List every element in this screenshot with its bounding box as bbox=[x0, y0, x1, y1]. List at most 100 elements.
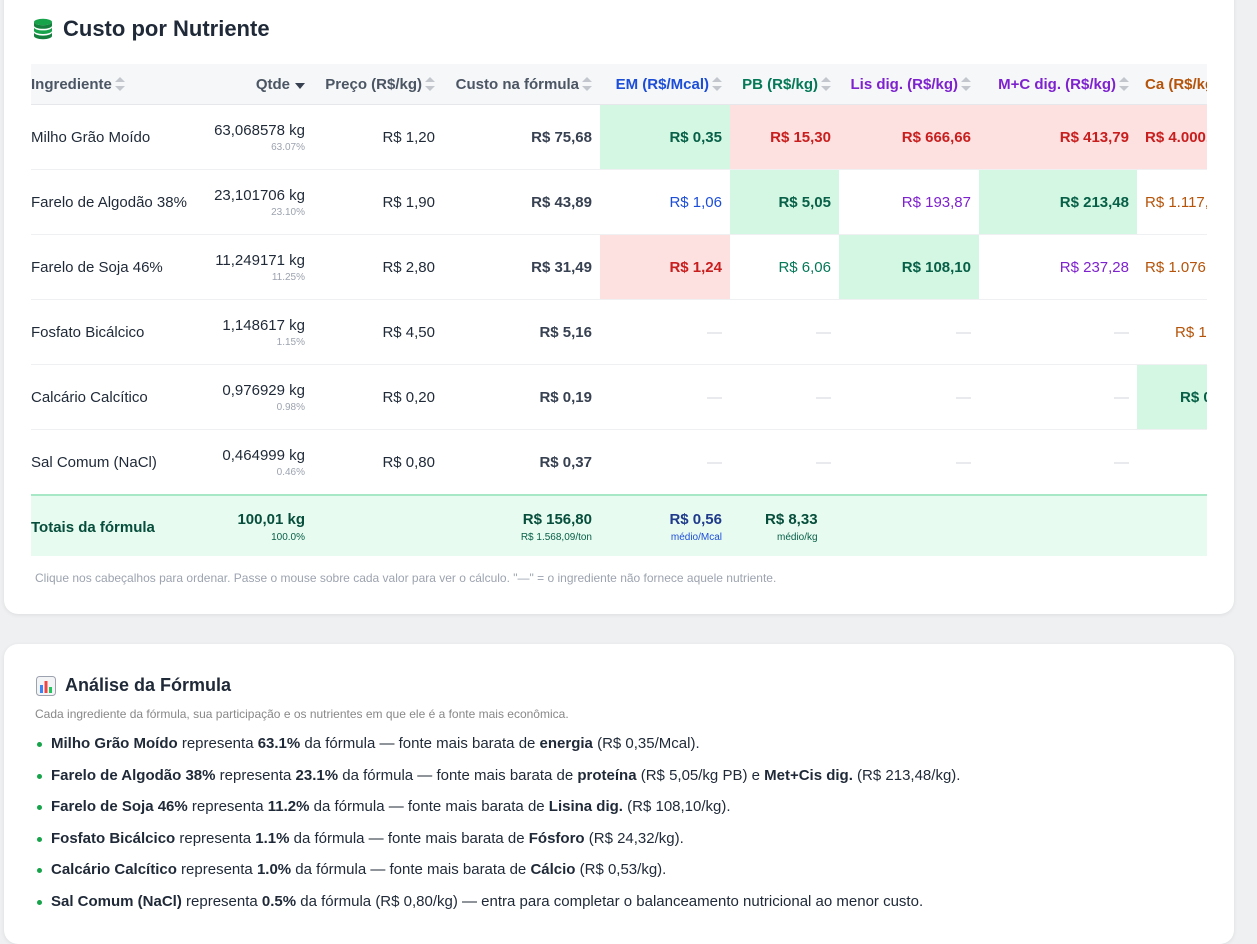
quantity-percent: 23.10% bbox=[271, 206, 305, 218]
bullet-icon bbox=[37, 836, 42, 842]
quantity-percent: 0.98% bbox=[276, 401, 305, 413]
sort-icon bbox=[114, 76, 125, 91]
lis-cost-cell[interactable]: R$ 193,87 bbox=[839, 169, 979, 235]
nutrient-cost-card: Custo por Nutriente Ingrediente Qtde Pre… bbox=[4, 0, 1234, 614]
table-row: Fosfato Bicálcico 1,148617 kg 1.15% R$ 4,… bbox=[31, 299, 1207, 365]
totals-empty-cell bbox=[839, 494, 979, 556]
col-header-ingrediente[interactable]: Ingrediente bbox=[31, 64, 204, 105]
price-cell: R$ 0,20 bbox=[313, 364, 443, 430]
col-header-custo[interactable]: Custo na fórmula bbox=[443, 64, 600, 105]
totals-row: Totais da fórmula 100,01 kg 100.0% R$ 156… bbox=[31, 494, 1207, 556]
quantity-percent: 63.07% bbox=[271, 141, 305, 153]
analysis-list: Milho Grão Moído representa 63.1% da fór… bbox=[35, 734, 960, 924]
lis-cost-cell: — bbox=[839, 364, 979, 430]
totals-pb-sub: médio/kg bbox=[777, 532, 818, 543]
em-cost-cell: — bbox=[600, 429, 730, 496]
table-row: Sal Comum (NaCl) 0,464999 kg 0.46% R$ 0,8… bbox=[31, 429, 1207, 496]
cost-cell: R$ 31,49 bbox=[443, 234, 600, 300]
pb-cost-cell[interactable]: R$ 6,06 bbox=[730, 234, 839, 300]
mc-cost-cell[interactable]: R$ 237,28 bbox=[979, 234, 1137, 300]
analysis-subtitle: Cada ingrediente da fórmula, sua partici… bbox=[35, 707, 569, 721]
pb-cost-cell: — bbox=[730, 429, 839, 496]
sort-icon bbox=[712, 76, 722, 91]
bullet-icon bbox=[37, 773, 42, 779]
quantity-cell: 1,148617 kg 1.15% bbox=[204, 299, 313, 365]
col-header-pb[interactable]: PB (R$/kg) bbox=[730, 64, 839, 105]
analysis-header: Análise da Fórmula bbox=[36, 675, 231, 696]
lis-cost-cell[interactable]: R$ 666,66 bbox=[839, 104, 979, 170]
quantity-value: 0,464999 kg bbox=[222, 446, 305, 464]
mc-cost-cell: — bbox=[979, 364, 1137, 430]
col-header-ca[interactable]: Ca (R$/kg) bbox=[1137, 64, 1207, 105]
analysis-item: Fosfato Bicálcico representa 1.1% da fór… bbox=[35, 829, 960, 861]
nutrient-cost-table-container[interactable]: Ingrediente Qtde Preço (R$/kg) Custo na … bbox=[31, 64, 1207, 556]
pb-cost-cell[interactable]: R$ 15,30 bbox=[730, 104, 839, 170]
quantity-cell: 23,101706 kg 23.10% bbox=[204, 169, 313, 235]
pb-cost-cell: — bbox=[730, 299, 839, 365]
bar-chart-icon bbox=[36, 675, 56, 696]
sort-icon bbox=[821, 76, 831, 91]
lis-cost-cell[interactable]: R$ 108,10 bbox=[839, 234, 979, 300]
lis-cost-cell: — bbox=[839, 429, 979, 496]
bullet-icon bbox=[37, 868, 42, 874]
cost-cell: R$ 5,16 bbox=[443, 299, 600, 365]
ca-cost-cell[interactable]: R$ 1.076,92 bbox=[1137, 234, 1207, 300]
coins-stack-icon bbox=[34, 18, 52, 40]
ca-cost-cell[interactable]: R$ 1.117,65 bbox=[1137, 169, 1207, 235]
quantity-cell: 0,464999 kg 0.46% bbox=[204, 429, 313, 496]
totals-label: Totais da fórmula bbox=[31, 494, 204, 556]
pb-cost-cell[interactable]: R$ 5,05 bbox=[730, 169, 839, 235]
nutrient-cost-table: Ingrediente Qtde Preço (R$/kg) Custo na … bbox=[31, 64, 1207, 556]
mc-cost-cell[interactable]: R$ 413,79 bbox=[979, 104, 1137, 170]
table-header-row: Ingrediente Qtde Preço (R$/kg) Custo na … bbox=[31, 64, 1207, 105]
analysis-item: Milho Grão Moído representa 63.1% da fór… bbox=[35, 734, 960, 766]
col-header-lis[interactable]: Lis dig. (R$/kg) bbox=[839, 64, 979, 105]
col-header-em[interactable]: EM (R$/Mcal) bbox=[600, 64, 730, 105]
totals-pb: R$ 8,33 bbox=[765, 511, 818, 528]
totals-pb-cell: R$ 8,33 médio/kg bbox=[730, 494, 839, 556]
ca-cost-cell[interactable]: R$ 4.000,00 bbox=[1137, 104, 1207, 170]
quantity-percent: 0.46% bbox=[276, 466, 305, 478]
nutrient-cost-title: Custo por Nutriente bbox=[63, 16, 270, 41]
ca-cost-cell[interactable]: R$ 0,53 bbox=[1137, 364, 1207, 430]
analysis-item: Farelo de Algodão 38% representa 23.1% d… bbox=[35, 766, 960, 798]
col-header-mc[interactable]: M+C dig. (R$/kg) bbox=[979, 64, 1137, 105]
bullet-icon bbox=[37, 899, 42, 905]
sort-icon bbox=[961, 76, 971, 91]
mc-cost-cell[interactable]: R$ 213,48 bbox=[979, 169, 1137, 235]
ingredient-name: Milho Grão Moído bbox=[31, 104, 204, 170]
sort-icon bbox=[582, 76, 592, 91]
col-header-qtde[interactable]: Qtde bbox=[204, 64, 313, 105]
em-cost-cell[interactable]: R$ 0,35 bbox=[600, 104, 730, 170]
nutrient-cost-header: Custo por Nutriente bbox=[31, 16, 270, 42]
sort-icon bbox=[425, 76, 435, 91]
cost-cell: R$ 0,37 bbox=[443, 429, 600, 496]
pb-cost-cell: — bbox=[730, 364, 839, 430]
cost-cell: R$ 0,19 bbox=[443, 364, 600, 430]
totals-cost: R$ 156,80 bbox=[522, 511, 592, 528]
sort-icon bbox=[1119, 76, 1129, 91]
analysis-title: Análise da Fórmula bbox=[65, 675, 232, 695]
ingredient-name: Sal Comum (NaCl) bbox=[31, 429, 204, 496]
totals-cost-sub: R$ 1.568,09/ton bbox=[520, 532, 592, 543]
quantity-percent: 1.15% bbox=[276, 336, 305, 348]
quantity-percent: 11.25% bbox=[271, 271, 305, 283]
quantity-cell: 63,068578 kg 63.07% bbox=[204, 104, 313, 170]
col-header-preco[interactable]: Preço (R$/kg) bbox=[313, 64, 443, 105]
quantity-cell: 0,976929 kg 0.98% bbox=[204, 364, 313, 430]
em-cost-cell: — bbox=[600, 299, 730, 365]
sort-desc-icon bbox=[295, 82, 305, 89]
price-cell: R$ 4,50 bbox=[313, 299, 443, 365]
totals-em-cell: R$ 0,56 médio/Mcal bbox=[600, 494, 730, 556]
em-cost-cell[interactable]: R$ 1,24 bbox=[600, 234, 730, 300]
totals-empty-cell bbox=[313, 494, 443, 556]
analysis-item: Calcário Calcítico representa 1.0% da fó… bbox=[35, 860, 960, 892]
bullet-icon bbox=[37, 805, 42, 811]
em-cost-cell[interactable]: R$ 1,06 bbox=[600, 169, 730, 235]
cost-cell: R$ 43,89 bbox=[443, 169, 600, 235]
totals-qty-sub: 100.0% bbox=[271, 532, 305, 543]
lis-cost-cell: — bbox=[839, 299, 979, 365]
ca-cost-cell[interactable]: R$ 18,75 bbox=[1137, 299, 1207, 365]
price-cell: R$ 1,90 bbox=[313, 169, 443, 235]
quantity-value: 1,148617 kg bbox=[222, 316, 305, 334]
